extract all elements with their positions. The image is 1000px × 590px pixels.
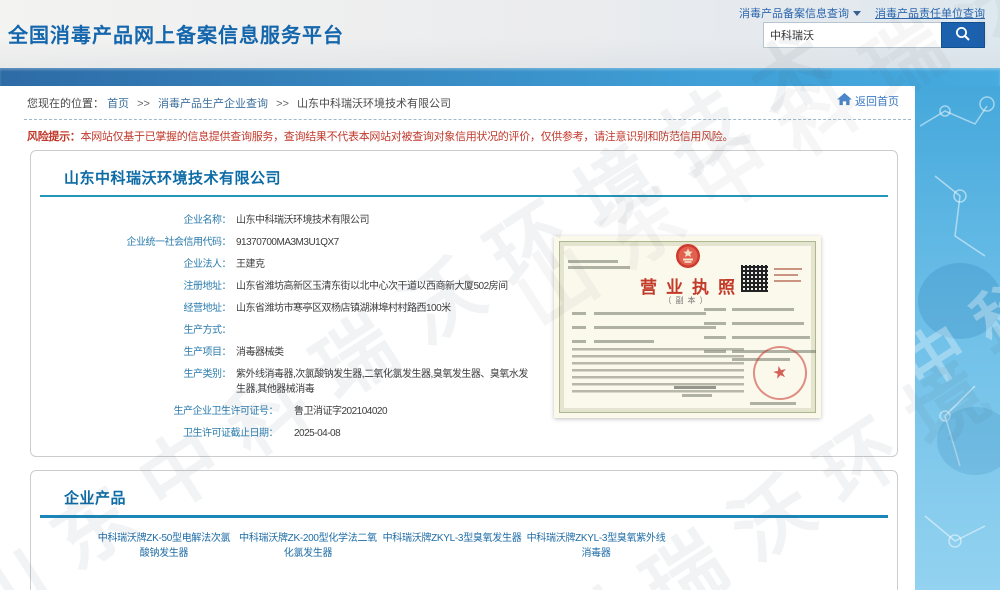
license-fine-print	[594, 326, 716, 329]
license-qr-code	[741, 265, 768, 292]
license-fine-print	[568, 260, 618, 263]
top-nav: 消毒产品备案信息查询 消毒产品责任单位查询	[739, 5, 985, 21]
company-title: 山东中科瑞沃环境技术有限公司	[64, 167, 281, 188]
business-license-image: 营业执照 （副本）	[554, 236, 821, 418]
company-fields: 企业名称： 山东中科瑞沃环境技术有限公司 企业统一社会信用代码： 9137070…	[31, 213, 556, 448]
breadcrumb: 您现在的位置： 首页 >> 消毒产品生产企业查询 >> 山东中科瑞沃环境技术有限…	[27, 95, 451, 111]
license-fine-print	[594, 340, 654, 343]
product-link-zkyl3-ozone[interactable]: 中科瑞沃牌ZKYL-3型臭氧发生器	[381, 531, 523, 561]
product-link-zkyl3-uv[interactable]: 中科瑞沃牌ZKYL-3型臭氧紫外线消毒器	[525, 531, 667, 561]
header-divider-bar	[0, 68, 1000, 86]
field-row-production-project: 生产项目： 消毒器械类	[31, 345, 556, 360]
breadcrumb-separator: >>	[137, 98, 150, 110]
license-fine-print	[704, 308, 726, 311]
field-row-business-address: 经营地址： 山东省潍坊市寒亭区双杨店镇湖淋埠村村路西100米	[31, 301, 556, 316]
field-row-company-name: 企业名称： 山东中科瑞沃环境技术有限公司	[31, 213, 556, 228]
license-registrar-text	[674, 386, 716, 389]
license-fine-print	[732, 308, 794, 311]
company-info-panel: 山东中科瑞沃环境技术有限公司 企业名称： 山东中科瑞沃环境技术有限公司 企业统一…	[30, 150, 898, 457]
divider-dashed	[24, 119, 911, 120]
breadcrumb-separator: >>	[276, 98, 289, 110]
product-link-zk50[interactable]: 中科瑞沃牌ZK-50型电解法次氯酸钠发生器	[93, 531, 235, 561]
breadcrumb-prefix: 您现在的位置：	[27, 98, 104, 110]
breadcrumb-current: 山东中科瑞沃环境技术有限公司	[297, 98, 451, 110]
license-fine-print	[732, 336, 810, 339]
products-title: 企业产品	[64, 487, 126, 508]
main-content: 您现在的位置： 首页 >> 消毒产品生产企业查询 >> 山东中科瑞沃环境技术有限…	[0, 86, 915, 590]
home-icon	[837, 93, 852, 109]
search-icon	[954, 25, 972, 46]
background-decoration: 山东中科瑞沃环境技术	[915, 86, 1000, 590]
seal-star-icon: ★	[770, 362, 789, 385]
license-fine-print	[568, 266, 630, 269]
license-date-text	[750, 402, 796, 405]
chevron-down-icon	[853, 11, 861, 16]
back-home-link[interactable]: 返回首页	[837, 93, 899, 109]
field-row-hygiene-license-no: 生产企业卫生许可证号： 鲁卫消证字202104020	[31, 404, 556, 419]
search-bar	[763, 22, 985, 48]
search-button[interactable]	[941, 22, 985, 48]
national-emblem-icon	[675, 243, 701, 274]
license-fine-print	[572, 340, 586, 343]
license-fine-print	[704, 336, 726, 339]
page: 全国消毒产品网上备案信息服务平台 消毒产品备案信息查询 消毒产品责任单位查询	[0, 0, 1000, 590]
divider-teal	[40, 515, 888, 518]
nav-record-info-query[interactable]: 消毒产品备案信息查询	[739, 5, 849, 21]
field-row-registered-address: 注册地址： 山东省潍坊高新区玉清东街以北中心次干道以西商新大厦502房间	[31, 279, 556, 294]
license-fine-print	[704, 350, 726, 353]
license-fine-print	[594, 312, 706, 315]
breadcrumb-enterprise-query[interactable]: 消毒产品生产企业查询	[158, 98, 268, 110]
field-row-legal-person: 企业法人： 王建克	[31, 257, 556, 272]
products-panel: 企业产品 中科瑞沃牌ZK-50型电解法次氯酸钠发生器 中科瑞沃牌ZK-200型化…	[30, 470, 898, 590]
product-links: 中科瑞沃牌ZK-50型电解法次氯酸钠发生器 中科瑞沃牌ZK-200型化学法二氧化…	[93, 531, 669, 561]
header: 全国消毒产品网上备案信息服务平台 消毒产品备案信息查询 消毒产品责任单位查询	[0, 0, 1000, 68]
license-registrar-text	[682, 394, 712, 397]
license-fine-print	[572, 326, 586, 329]
license-fine-print	[774, 268, 802, 270]
license-fine-print	[572, 312, 586, 315]
field-row-production-category: 生产类别： 紫外线消毒器,次氯酸钠发生器,二氧化氯发生器,臭氧发生器、臭氧水发生…	[31, 367, 556, 397]
nav-responsible-unit-query[interactable]: 消毒产品责任单位查询	[875, 5, 985, 21]
license-fine-print	[774, 274, 798, 276]
back-home-label: 返回首页	[855, 93, 899, 109]
breadcrumb-home[interactable]: 首页	[107, 98, 129, 110]
risk-notice: 风险提示：本网站仅基于已掌握的信息提供查询服务，查询结果不代表本网站对被查询对象…	[27, 128, 733, 144]
risk-notice-label: 风险提示：	[27, 131, 81, 143]
field-row-production-mode: 生产方式：	[31, 323, 556, 338]
license-fine-print	[732, 322, 804, 325]
license-fine-print	[774, 280, 801, 282]
license-fine-print	[704, 322, 726, 325]
product-link-zk200[interactable]: 中科瑞沃牌ZK-200型化学法二氧化氯发生器	[237, 531, 379, 561]
field-row-credit-code: 企业统一社会信用代码： 91370700MA3M3U1QX7	[31, 235, 556, 250]
site-title: 全国消毒产品网上备案信息服务平台	[8, 19, 344, 48]
divider-teal	[40, 195, 888, 197]
license-paragraph-lines	[572, 348, 744, 396]
risk-notice-text: 本网站仅基于已掌握的信息提供查询服务，查询结果不代表本网站对被查询对象信用状况的…	[81, 131, 734, 143]
search-input[interactable]	[763, 22, 941, 48]
field-row-license-expiry: 卫生许可证截止日期： 2025-04-08	[31, 426, 556, 441]
license-subtitle: （副本）	[554, 295, 821, 306]
